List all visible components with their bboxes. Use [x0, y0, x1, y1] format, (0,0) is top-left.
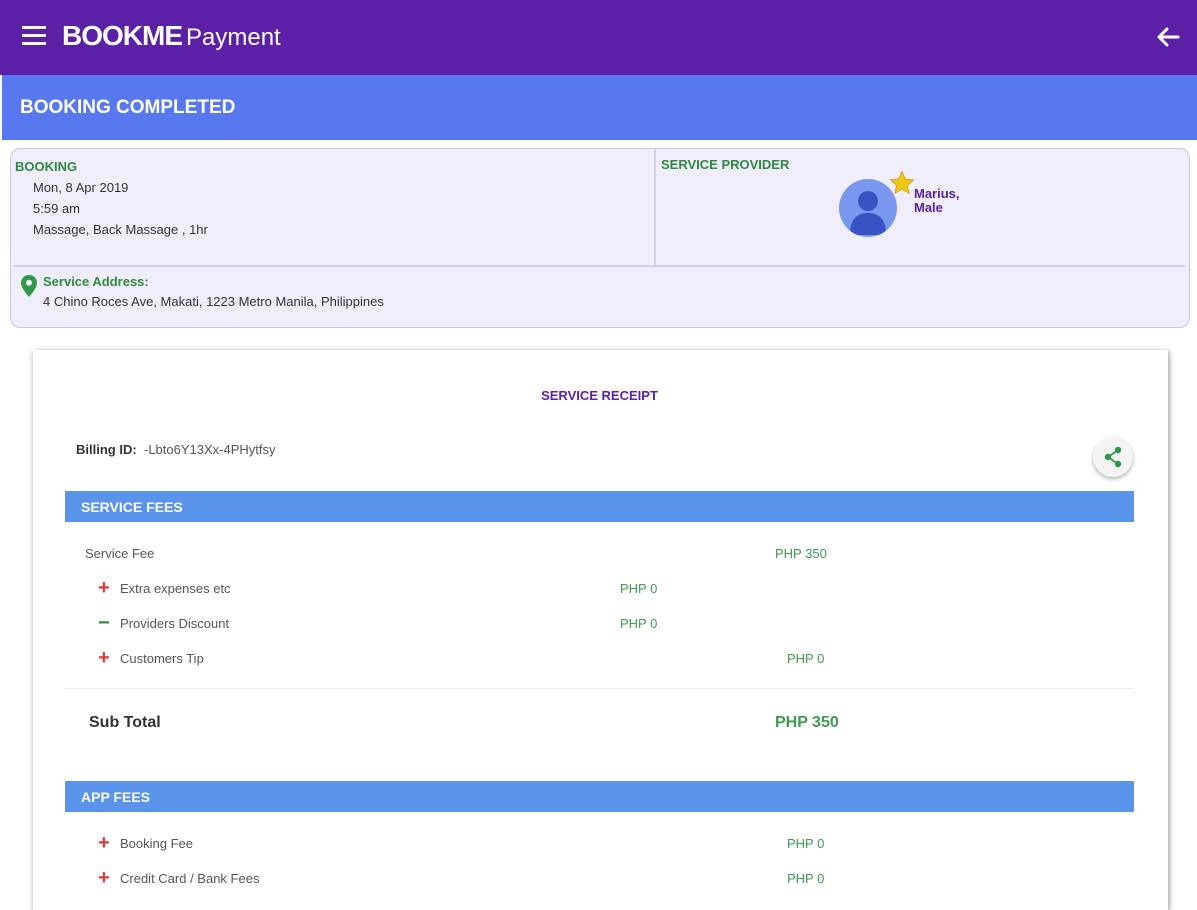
- page-title: Payment: [186, 24, 281, 51]
- service-fee-amount: PHP 350: [775, 546, 827, 561]
- app-bar: BOOKME Payment: [0, 0, 1197, 75]
- minus-icon: −: [98, 612, 110, 634]
- booking-service: Massage, Back Massage , 1hr: [33, 222, 208, 237]
- fee-item-label: Booking Fee: [120, 836, 193, 851]
- subtotal-amount: PHP 350: [775, 714, 839, 731]
- fee-item-label: Customers Tip: [120, 651, 204, 666]
- share-icon: [1104, 446, 1122, 468]
- fee-item-label: Credit Card / Bank Fees: [120, 871, 260, 886]
- service-receipt-card: SERVICE RECEIPT Billing ID: -Lbto6Y13Xx-…: [33, 350, 1168, 910]
- hamburger-menu-icon[interactable]: [22, 26, 46, 48]
- booking-date: Mon, 8 Apr 2019: [33, 180, 129, 195]
- booking-time: 5:59 am: [33, 201, 80, 216]
- star-icon: [888, 169, 916, 197]
- fee-item-amount: PHP 0: [620, 581, 658, 596]
- back-arrow-icon[interactable]: [1153, 22, 1183, 52]
- service-fees-heading: SERVICE FEES: [65, 491, 1134, 522]
- fee-item-row: + Customers Tip PHP 0: [33, 647, 1166, 669]
- app-fees-heading: APP FEES: [65, 781, 1134, 812]
- fee-item-amount: PHP 0: [787, 871, 825, 886]
- subtotal-label: Sub Total: [89, 714, 161, 731]
- fee-item-row: − Providers Discount PHP 0: [33, 612, 1166, 634]
- booking-status-text: BOOKING COMPLETED: [20, 97, 236, 118]
- provider-name[interactable]: Marius, Male: [914, 187, 994, 215]
- billing-id-value: -Lbto6Y13Xx-4PHytfsy: [144, 442, 276, 457]
- service-address-label: Service Address:: [43, 274, 149, 289]
- fee-item-row: + Credit Card / Bank Fees PHP 0: [33, 867, 1166, 889]
- booking-details: BOOKING Mon, 8 Apr 2019 5:59 am Massage,…: [11, 149, 656, 265]
- service-fee-label: Service Fee: [85, 546, 155, 561]
- share-button[interactable]: [1093, 437, 1133, 477]
- location-pin-icon: [21, 275, 37, 297]
- fee-item-amount: PHP 0: [620, 616, 658, 631]
- service-provider-label: SERVICE PROVIDER: [661, 157, 790, 172]
- billing-id-label: Billing ID:: [76, 442, 137, 457]
- plus-icon: +: [98, 832, 110, 854]
- receipt-title: SERVICE RECEIPT: [541, 388, 658, 403]
- plus-icon: +: [98, 577, 110, 599]
- fee-item-row: + Booking Fee PHP 0: [33, 832, 1166, 854]
- plus-icon: +: [98, 647, 110, 669]
- fee-item-label: Providers Discount: [120, 616, 230, 631]
- booking-info-card: BOOKING Mon, 8 Apr 2019 5:59 am Massage,…: [10, 148, 1190, 328]
- service-address-value: 4 Chino Roces Ave, Makati, 1223 Metro Ma…: [43, 294, 384, 309]
- fee-item-label: Extra expenses etc: [120, 581, 231, 596]
- fee-item-amount: PHP 0: [787, 651, 825, 666]
- fee-item-amount: PHP 0: [787, 836, 825, 851]
- booking-label: BOOKING: [15, 159, 78, 174]
- provider-gender-line: Male: [914, 200, 943, 215]
- fee-item-row: + Extra expenses etc PHP 0: [33, 577, 1166, 599]
- brand-logo: BOOKME: [62, 20, 183, 51]
- divider: [13, 265, 1185, 267]
- divider: [65, 688, 1134, 689]
- plus-icon: +: [98, 867, 110, 889]
- booking-status-banner: BOOKING COMPLETED: [2, 75, 1197, 140]
- provider-name-line: Marius,: [914, 186, 960, 201]
- service-fee-row: Service Fee PHP 350: [33, 544, 1166, 564]
